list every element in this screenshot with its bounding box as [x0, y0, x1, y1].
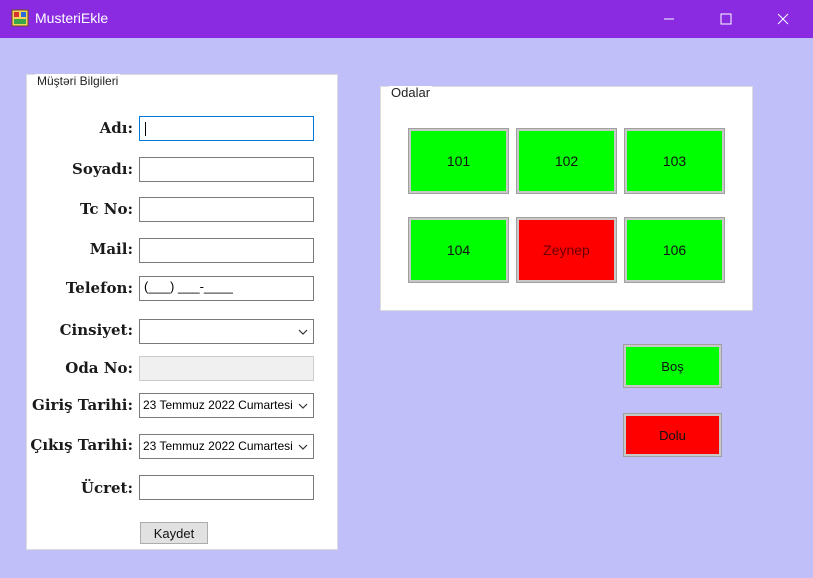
full-legend-button[interactable]: Dolu — [623, 413, 722, 457]
maximize-button[interactable] — [703, 0, 749, 38]
check-out-date-label: Çıkış Tarihi: — [30, 436, 133, 454]
text-caret — [145, 122, 146, 136]
title-bar: MusteriEkle — [0, 0, 813, 38]
chevron-down-icon — [295, 435, 311, 458]
rooms-group: Odalar 101 102 103 104 Zeynep 106 — [380, 86, 753, 311]
surname-label: Soyadı: — [72, 160, 133, 178]
check-out-date-picker[interactable]: 23 Temmuz 2022 Cumartesi — [139, 434, 314, 459]
close-button[interactable] — [760, 0, 806, 38]
price-label: Ücret: — [80, 479, 133, 497]
price-input[interactable] — [139, 475, 314, 500]
name-label: Adı: — [99, 119, 133, 137]
customer-info-group: Müştəri Bilgileri Adı: Soyadı: Tc No: Ma… — [26, 74, 338, 550]
phone-label: Telefon: — [65, 279, 133, 297]
room-no-input — [139, 356, 314, 381]
gender-select[interactable] — [139, 319, 314, 344]
save-button[interactable]: Kaydet — [140, 522, 208, 544]
form-client-area: Müştəri Bilgileri Adı: Soyadı: Tc No: Ma… — [0, 38, 813, 578]
chevron-down-icon — [295, 320, 311, 343]
check-in-date-picker[interactable]: 23 Temmuz 2022 Cumartesi — [139, 393, 314, 418]
room-no-label: Oda No: — [65, 359, 133, 377]
name-input[interactable] — [139, 116, 314, 141]
close-icon — [777, 13, 789, 25]
room-button-106[interactable]: 106 — [624, 217, 725, 283]
chevron-down-icon — [295, 394, 311, 417]
customer-info-legend: Müştəri Bilgileri — [35, 74, 121, 88]
room-button-103[interactable]: 103 — [624, 128, 725, 194]
rooms-legend: Odalar — [389, 85, 433, 100]
check-in-date-label: Giriş Tarihi: — [32, 396, 133, 414]
surname-input[interactable] — [139, 157, 314, 182]
room-button-102[interactable]: 102 — [516, 128, 617, 194]
minimize-button[interactable] — [646, 0, 692, 38]
mail-label: Mail: — [89, 240, 133, 258]
mail-input[interactable] — [139, 238, 314, 263]
window-title: MusteriEkle — [35, 10, 109, 26]
app-icon — [11, 9, 29, 27]
phone-masked-input[interactable]: (___) ___-____ — [139, 276, 314, 301]
minimize-icon — [664, 18, 674, 20]
room-button-105[interactable]: Zeynep — [516, 217, 617, 283]
tc-no-label: Tc No: — [79, 200, 133, 218]
empty-legend-button[interactable]: Boş — [623, 344, 722, 388]
tc-no-input[interactable] — [139, 197, 314, 222]
room-button-104[interactable]: 104 — [408, 217, 509, 283]
room-button-101[interactable]: 101 — [408, 128, 509, 194]
gender-label: Cinsiyet: — [59, 321, 133, 339]
maximize-icon — [720, 13, 732, 25]
